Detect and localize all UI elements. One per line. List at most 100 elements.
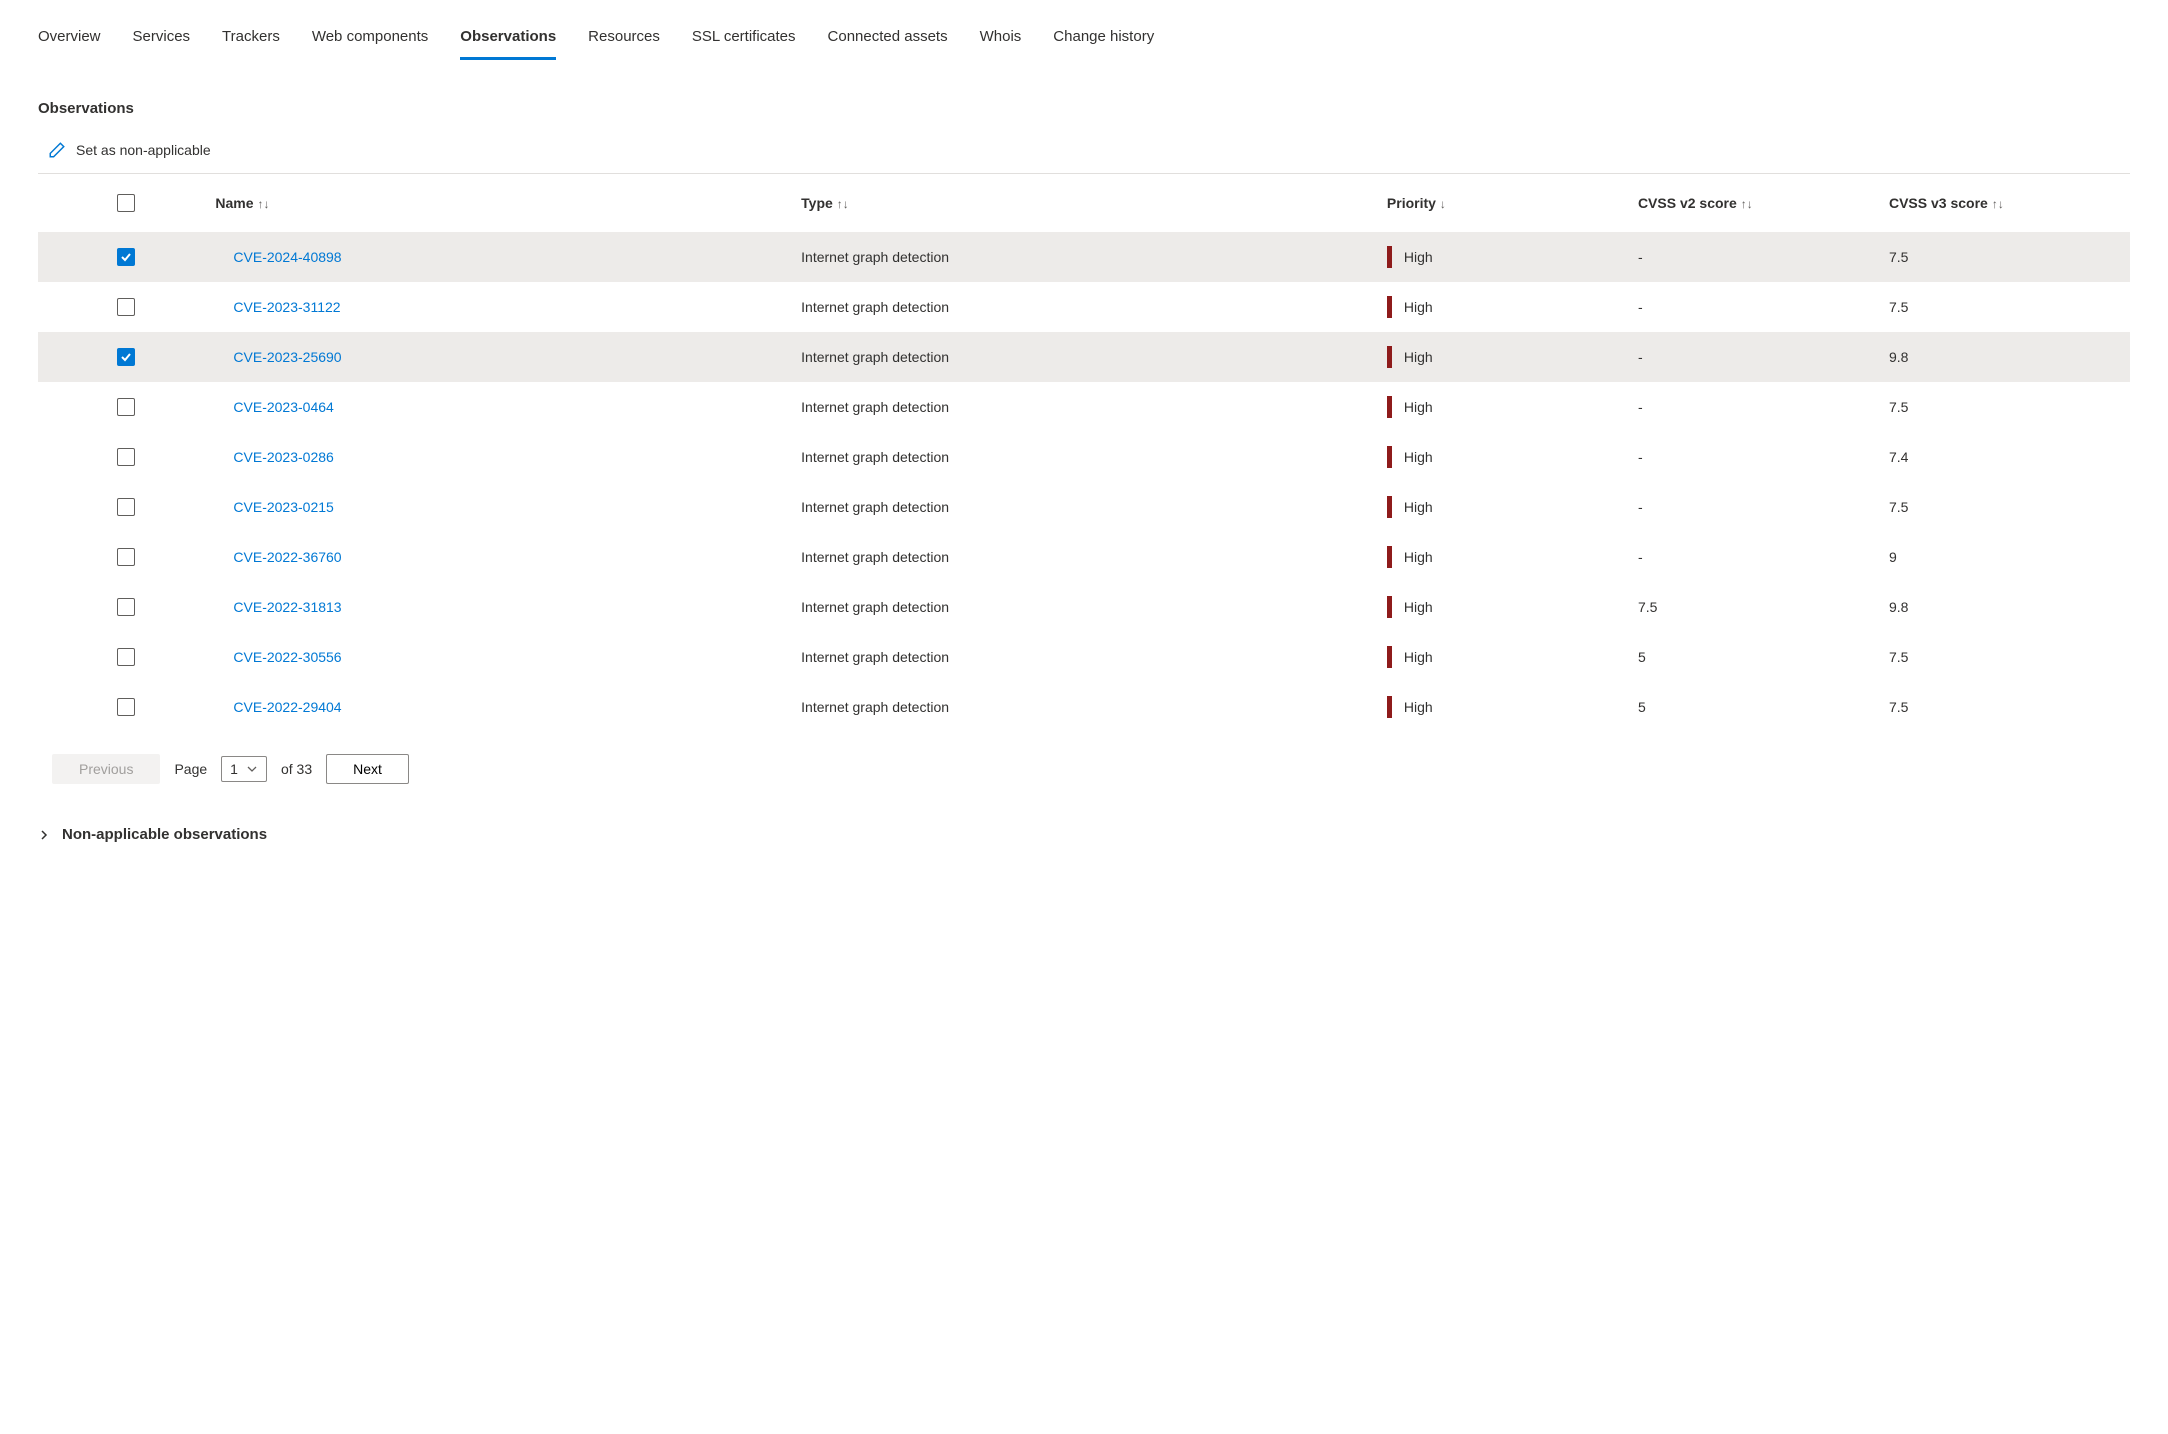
set-non-applicable-button[interactable]: Set as non-applicable bbox=[76, 142, 211, 158]
row-checkbox[interactable] bbox=[117, 598, 135, 616]
priority-cell: High bbox=[1387, 496, 1618, 518]
cvss-v3-cell: 7.5 bbox=[1879, 382, 2130, 432]
select-all-checkbox[interactable] bbox=[117, 194, 135, 212]
tab-change-history[interactable]: Change history bbox=[1053, 18, 1154, 60]
table-row: CVE-2023-0286 Internet graph detection Hig… bbox=[38, 432, 2130, 482]
page-label: Page bbox=[174, 761, 207, 777]
cve-link[interactable]: CVE-2022-31813 bbox=[215, 599, 341, 615]
next-button[interactable]: Next bbox=[326, 754, 409, 784]
cve-link[interactable]: CVE-2022-36760 bbox=[215, 549, 341, 565]
non-applicable-label: Non-applicable observations bbox=[62, 826, 267, 843]
tab-ssl-certificates[interactable]: SSL certificates bbox=[692, 18, 796, 60]
cvss-v2-cell: - bbox=[1628, 232, 1879, 282]
type-cell: Internet graph detection bbox=[791, 232, 1377, 282]
column-header-priority[interactable]: Priority↓ bbox=[1377, 174, 1628, 232]
table-row: CVE-2024-40898 Internet graph detection Hi… bbox=[38, 232, 2130, 282]
priority-cell: High bbox=[1387, 446, 1618, 468]
row-checkbox[interactable] bbox=[117, 548, 135, 566]
tab-overview[interactable]: Overview bbox=[38, 18, 101, 60]
row-checkbox[interactable] bbox=[117, 398, 135, 416]
cve-link[interactable]: CVE-2022-29404 bbox=[215, 699, 341, 715]
type-cell: Internet graph detection bbox=[791, 382, 1377, 432]
priority-indicator bbox=[1387, 346, 1392, 368]
row-checkbox[interactable] bbox=[117, 348, 135, 366]
priority-cell: High bbox=[1387, 296, 1618, 318]
table-row: CVE-2023-0464Internet graph detectionHig… bbox=[38, 382, 2130, 432]
table-row: CVE-2022-36760 Internet graph detection Hi… bbox=[38, 532, 2130, 582]
edit-icon[interactable] bbox=[48, 141, 66, 159]
priority-indicator bbox=[1387, 646, 1392, 668]
row-checkbox[interactable] bbox=[117, 298, 135, 316]
cvss-v3-cell: 9.8 bbox=[1879, 582, 2130, 632]
priority-indicator bbox=[1387, 546, 1392, 568]
priority-cell: High bbox=[1387, 346, 1618, 368]
cve-link[interactable]: CVE-2023-25690 bbox=[215, 349, 341, 365]
tab-bar: Overview Services Trackers Web components Ob… bbox=[38, 0, 2130, 60]
row-checkbox[interactable] bbox=[117, 498, 135, 516]
cvss-v2-cell: 7.5 bbox=[1628, 582, 1879, 632]
type-cell: Internet graph detection bbox=[791, 482, 1377, 532]
priority-indicator bbox=[1387, 596, 1392, 618]
type-cell: Internet graph detection bbox=[791, 432, 1377, 482]
type-cell: Internet graph detection bbox=[791, 332, 1377, 382]
table-row: CVE-2023-31122 Internet graph detection Hi… bbox=[38, 282, 2130, 332]
cvss-v3-cell: 7.4 bbox=[1879, 432, 2130, 482]
priority-indicator bbox=[1387, 296, 1392, 318]
column-header-cvss-v3[interactable]: CVSS v3 score↑↓ bbox=[1879, 174, 2130, 232]
type-cell: Internet graph detection bbox=[791, 532, 1377, 582]
tab-connected-assets[interactable]: Connected assets bbox=[828, 18, 948, 60]
priority-indicator bbox=[1387, 396, 1392, 418]
sort-icon: ↓ bbox=[1440, 197, 1446, 211]
non-applicable-section-toggle[interactable]: Non-applicable observations bbox=[38, 826, 2130, 843]
cve-link[interactable]: CVE-2023-0464 bbox=[215, 399, 333, 415]
tab-services[interactable]: Services bbox=[133, 18, 191, 60]
cvss-v2-cell: 5 bbox=[1628, 682, 1879, 732]
priority-indicator bbox=[1387, 246, 1392, 268]
section-title: Observations bbox=[38, 100, 2130, 117]
type-cell: Internet graph detection bbox=[791, 282, 1377, 332]
column-header-cvss-v2[interactable]: CVSS v2 score↑↓ bbox=[1628, 174, 1879, 232]
row-checkbox[interactable] bbox=[117, 448, 135, 466]
tab-web-components[interactable]: Web components bbox=[312, 18, 428, 60]
cve-link[interactable]: CVE-2023-31122 bbox=[215, 299, 340, 315]
cvss-v3-cell: 7.5 bbox=[1879, 282, 2130, 332]
cve-link[interactable]: CVE-2024-40898 bbox=[215, 249, 341, 265]
tab-resources[interactable]: Resources bbox=[588, 18, 660, 60]
cve-link[interactable]: CVE-2023-0286 bbox=[215, 449, 333, 465]
cvss-v3-cell: 9 bbox=[1879, 532, 2130, 582]
priority-cell: High bbox=[1387, 246, 1618, 268]
row-checkbox[interactable] bbox=[117, 648, 135, 666]
priority-indicator bbox=[1387, 696, 1392, 718]
sort-icon: ↑↓ bbox=[837, 197, 849, 211]
previous-button[interactable]: Previous bbox=[52, 754, 160, 784]
priority-indicator bbox=[1387, 496, 1392, 518]
tab-observations[interactable]: Observations bbox=[460, 18, 556, 60]
cvss-v3-cell: 7.5 bbox=[1879, 482, 2130, 532]
cvss-v3-cell: 7.5 bbox=[1879, 682, 2130, 732]
row-checkbox[interactable] bbox=[117, 698, 135, 716]
pager: Previous Page 1 of 33 Next bbox=[38, 754, 2130, 784]
row-checkbox[interactable] bbox=[117, 248, 135, 266]
chevron-right-icon bbox=[38, 829, 50, 841]
sort-icon: ↑↓ bbox=[1992, 197, 2004, 211]
priority-cell: High bbox=[1387, 546, 1618, 568]
column-header-type[interactable]: Type↑↓ bbox=[791, 174, 1377, 232]
page-select[interactable]: 1 bbox=[221, 756, 267, 782]
priority-cell: High bbox=[1387, 596, 1618, 618]
cvss-v3-cell: 9.8 bbox=[1879, 332, 2130, 382]
tab-trackers[interactable]: Trackers bbox=[222, 18, 280, 60]
cve-link[interactable]: CVE-2022-30556 bbox=[215, 649, 341, 665]
cve-link[interactable]: CVE-2023-0215 bbox=[215, 499, 333, 515]
cvss-v3-cell: 7.5 bbox=[1879, 632, 2130, 682]
type-cell: Internet graph detection bbox=[791, 632, 1377, 682]
column-header-name[interactable]: Name↑↓ bbox=[205, 174, 791, 232]
table-row: CVE-2023-25690 Internet graph detection Hi… bbox=[38, 332, 2130, 382]
cvss-v2-cell: - bbox=[1628, 382, 1879, 432]
tab-whois[interactable]: Whois bbox=[980, 18, 1022, 60]
cvss-v2-cell: - bbox=[1628, 332, 1879, 382]
priority-cell: High bbox=[1387, 696, 1618, 718]
table-row: CVE-2022-31813Internet graph detectionHi… bbox=[38, 582, 2130, 632]
table-row: CVE-2022-29404Internet graph detectionHi… bbox=[38, 682, 2130, 732]
cvss-v2-cell: - bbox=[1628, 532, 1879, 582]
cvss-v3-cell: 7.5 bbox=[1879, 232, 2130, 282]
